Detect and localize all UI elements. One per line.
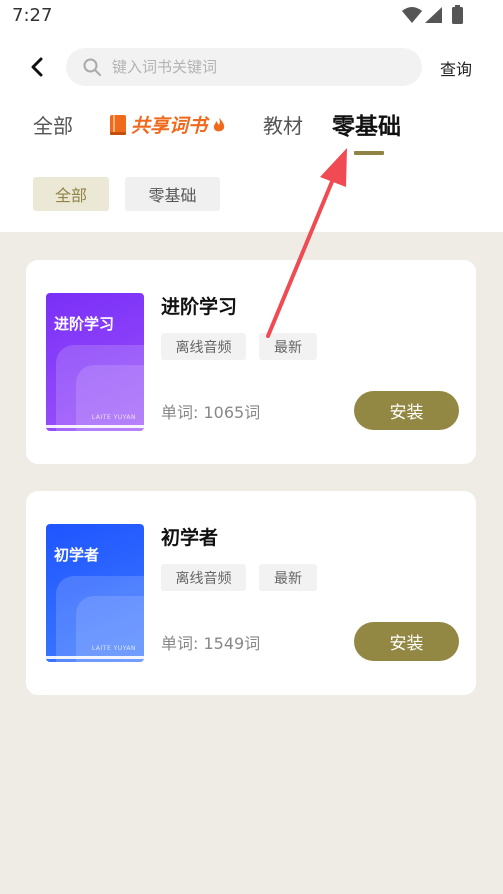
search-input[interactable] (112, 58, 392, 76)
wifi-icon (402, 7, 422, 23)
book-card[interactable]: 初学者 LAITE YUYAN 初学者 离线音频 最新 单词: 1549词 安装 (26, 491, 476, 695)
install-button[interactable]: 安装 (354, 391, 459, 430)
search-icon (83, 58, 101, 76)
tag-latest: 最新 (259, 564, 317, 591)
word-count: 单词: 1549词 (161, 634, 261, 653)
query-button[interactable]: 查询 (440, 56, 472, 80)
cover-baseline (46, 425, 144, 428)
tag-offline-audio: 离线音频 (161, 564, 246, 591)
chevron-left-icon (31, 57, 43, 77)
install-button[interactable]: 安装 (354, 622, 459, 661)
status-time: 7:27 (12, 5, 53, 26)
book-icon (110, 114, 126, 135)
active-tab-indicator (354, 151, 384, 155)
book-cover: 进阶学习 LAITE YUYAN (46, 293, 144, 431)
tab-zero-basics[interactable]: 零基础 (332, 107, 401, 141)
cover-brand: LAITE YUYAN (91, 414, 136, 421)
tag-offline-audio: 离线音频 (161, 333, 246, 360)
search-bar[interactable] (66, 48, 422, 86)
tab-shared-books[interactable]: 共享词书 (108, 111, 226, 138)
book-card[interactable]: 进阶学习 LAITE YUYAN 进阶学习 离线音频 最新 单词: 1065词 … (26, 260, 476, 464)
cover-title: 进阶学习 (54, 315, 115, 333)
flame-icon (213, 116, 225, 131)
book-cover: 初学者 LAITE YUYAN (46, 524, 144, 662)
word-count: 单词: 1065词 (161, 403, 261, 422)
book-title: 进阶学习 (161, 296, 238, 318)
back-button[interactable] (22, 52, 52, 82)
tag-latest: 最新 (259, 333, 317, 360)
book-title: 初学者 (161, 527, 219, 549)
cover-title: 初学者 (54, 546, 100, 564)
cover-decoration (76, 365, 144, 431)
filter-chip-zero-basics[interactable]: 零基础 (125, 177, 220, 211)
tab-all[interactable]: 全部 (33, 110, 73, 139)
cover-decoration (76, 596, 144, 662)
tab-shared-books-label: 共享词书 (131, 115, 208, 137)
cover-baseline (46, 656, 144, 659)
tab-textbook[interactable]: 教材 (263, 110, 303, 139)
signal-icon (425, 7, 442, 23)
filter-chip-all[interactable]: 全部 (33, 177, 109, 211)
cover-brand: LAITE YUYAN (91, 645, 136, 652)
battery-icon (452, 5, 463, 24)
